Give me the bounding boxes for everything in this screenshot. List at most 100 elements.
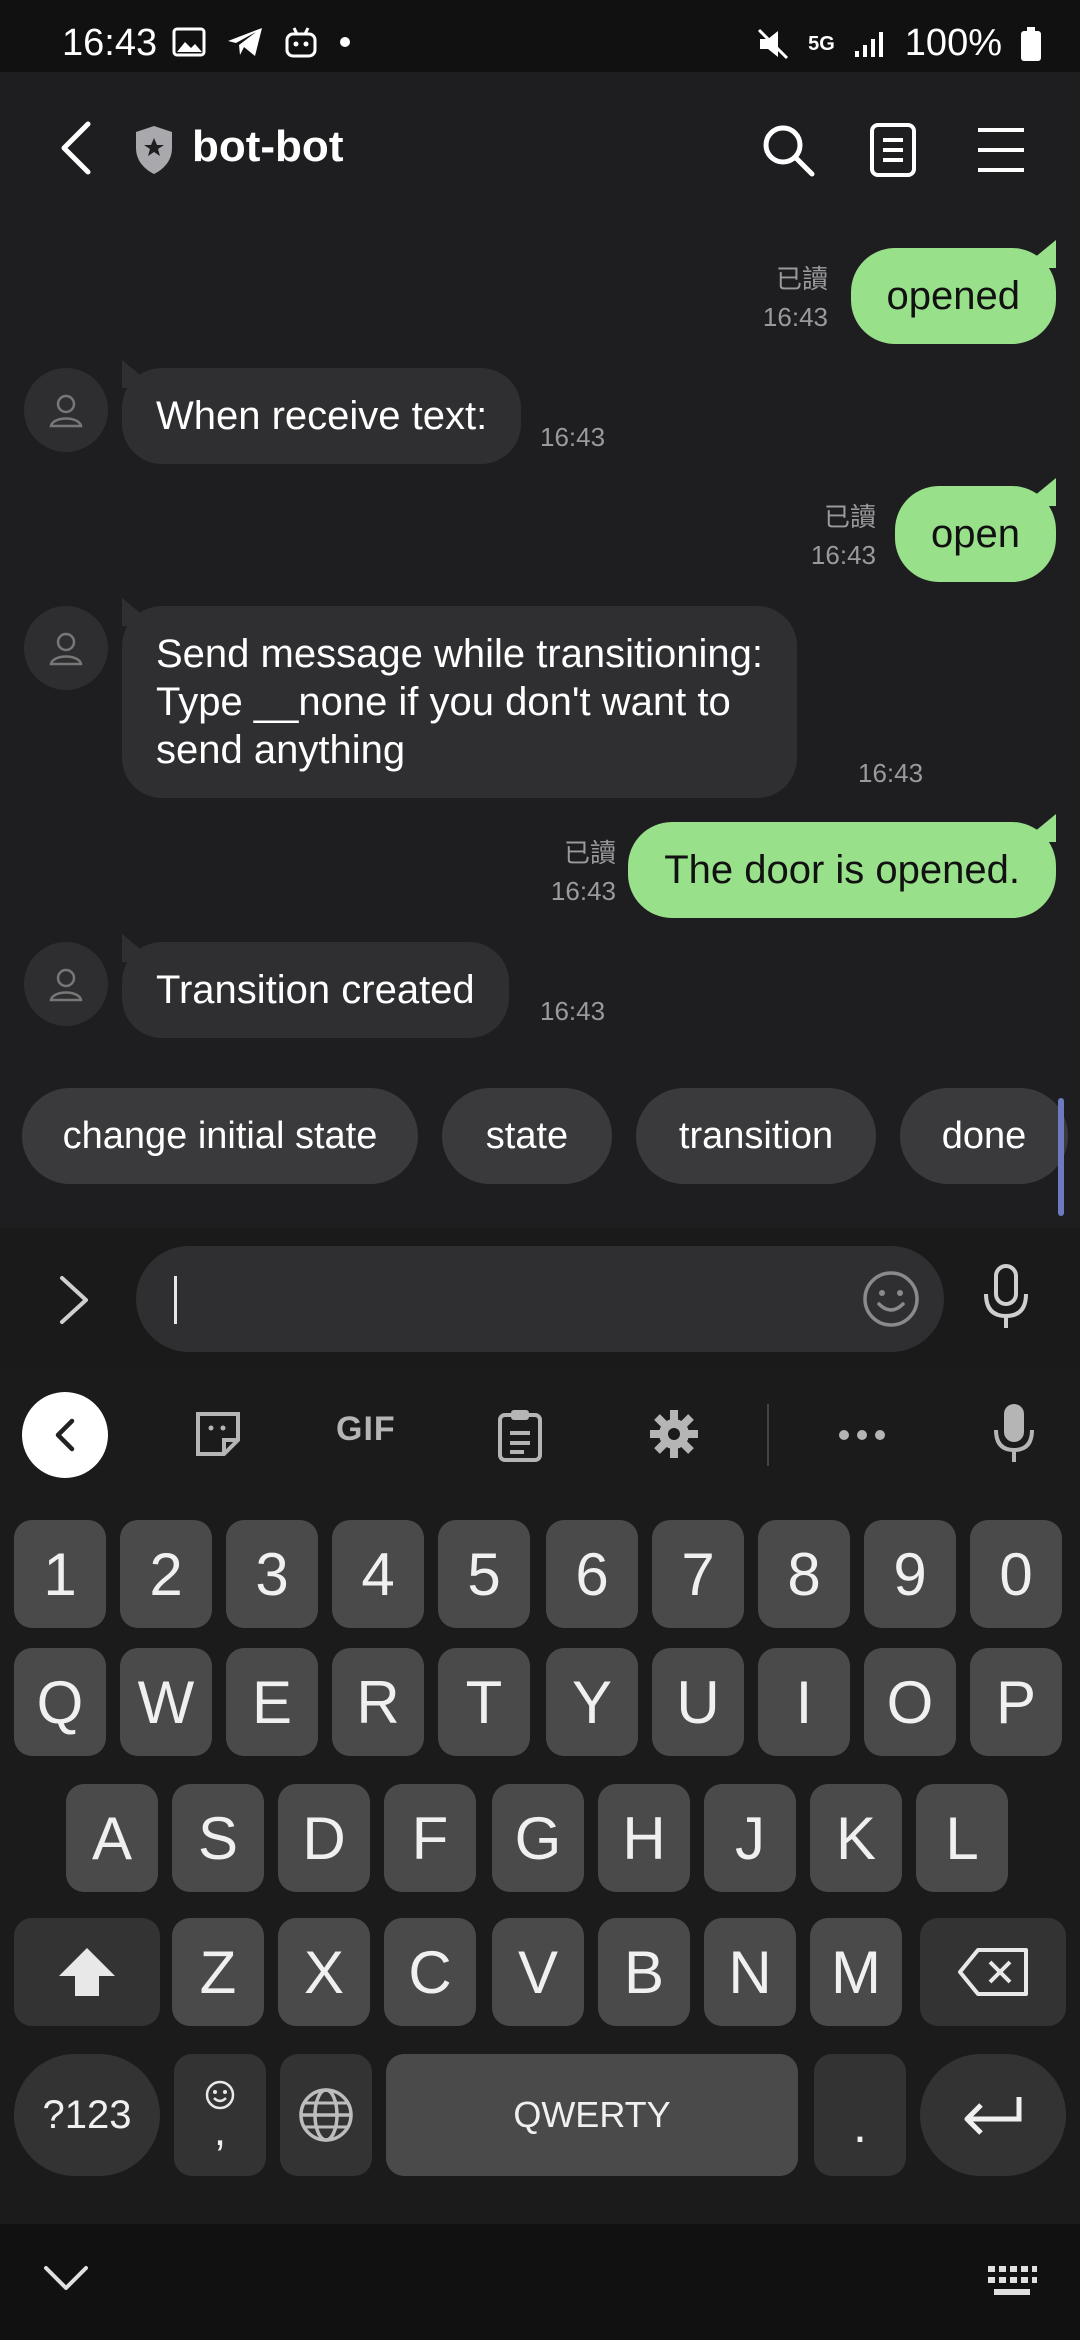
battery-icon bbox=[1021, 26, 1041, 61]
message-time: 16:43 bbox=[762, 302, 828, 332]
key-q[interactable]: Q bbox=[14, 1648, 106, 1756]
read-label: 已讀 bbox=[563, 838, 616, 868]
message-input[interactable] bbox=[136, 1246, 944, 1352]
shield-icon bbox=[136, 126, 172, 174]
key-v[interactable]: V bbox=[492, 1918, 584, 2026]
message-meta: 已讀 16:43 bbox=[551, 834, 616, 910]
gif-button[interactable]: GIF bbox=[336, 1410, 396, 1449]
message-text: When receive text: bbox=[156, 394, 488, 438]
key-h[interactable]: H bbox=[598, 1784, 690, 1892]
hide-keyboard-icon[interactable] bbox=[42, 2264, 90, 2294]
sticker-icon[interactable] bbox=[192, 1408, 244, 1460]
read-label: 已讀 bbox=[775, 264, 828, 294]
message-text: open bbox=[931, 512, 1020, 556]
avatar[interactable] bbox=[24, 942, 108, 1026]
key-1[interactable]: 1 bbox=[14, 1520, 106, 1628]
key-u[interactable]: U bbox=[652, 1648, 744, 1756]
clipboard-icon[interactable] bbox=[496, 1408, 544, 1462]
gallery-icon bbox=[172, 27, 206, 57]
message-line: Send message while transitioning: bbox=[156, 632, 764, 676]
back-arrow-icon[interactable] bbox=[56, 120, 96, 176]
key-g[interactable]: G bbox=[492, 1784, 584, 1892]
network-type: 5G bbox=[808, 32, 835, 55]
key-r[interactable]: R bbox=[332, 1648, 424, 1756]
search-icon[interactable] bbox=[760, 122, 816, 178]
avatar[interactable] bbox=[24, 368, 108, 452]
key-6[interactable]: 6 bbox=[546, 1520, 638, 1628]
key-n[interactable]: N bbox=[704, 1918, 796, 2026]
emoji-icon[interactable] bbox=[862, 1270, 920, 1328]
quick-reply-chip[interactable]: state bbox=[442, 1088, 612, 1184]
key-2[interactable]: 2 bbox=[120, 1520, 212, 1628]
key-m[interactable]: M bbox=[810, 1918, 902, 2026]
key-4[interactable]: 4 bbox=[332, 1520, 424, 1628]
keyboard-back-button[interactable] bbox=[22, 1392, 108, 1478]
key-3[interactable]: 3 bbox=[226, 1520, 318, 1628]
message-bubble-outgoing[interactable]: opened bbox=[850, 240, 1057, 344]
key-a[interactable]: A bbox=[66, 1784, 158, 1892]
key-i[interactable]: I bbox=[758, 1648, 850, 1756]
message-line: Type __none if you don't want to bbox=[156, 680, 731, 724]
key-k[interactable]: K bbox=[810, 1784, 902, 1892]
key-z[interactable]: Z bbox=[172, 1918, 264, 2026]
key-w[interactable]: W bbox=[120, 1648, 212, 1756]
status-bar: 16:43 5G 100% bbox=[0, 0, 1080, 72]
key-5[interactable]: 5 bbox=[438, 1520, 530, 1628]
key-x[interactable]: X bbox=[278, 1918, 370, 2026]
message-time: 16:43 bbox=[540, 422, 606, 452]
chat-header: bot-bot bbox=[0, 72, 1080, 232]
backspace-key[interactable] bbox=[920, 1918, 1066, 2026]
microphone-icon[interactable] bbox=[982, 1264, 1030, 1330]
message-bubble-outgoing[interactable]: open bbox=[895, 478, 1056, 582]
message-list[interactable]: 已讀 16:43 opened When receive text: 16:43… bbox=[0, 232, 1080, 1232]
toolbar-divider bbox=[767, 1404, 769, 1466]
key-9[interactable]: 9 bbox=[864, 1520, 956, 1628]
language-key[interactable] bbox=[280, 2054, 372, 2176]
mute-icon bbox=[758, 28, 789, 59]
key-b[interactable]: B bbox=[598, 1918, 690, 2026]
quick-reply-chip[interactable]: transition bbox=[636, 1088, 876, 1184]
message-bubble-incoming[interactable]: Send message while transitioning: Type _… bbox=[122, 598, 798, 798]
enter-key[interactable] bbox=[920, 2054, 1066, 2176]
key-t[interactable]: T bbox=[438, 1648, 530, 1756]
key-0[interactable]: 0 bbox=[970, 1520, 1062, 1628]
message-text: The door is opened. bbox=[664, 848, 1020, 892]
key-e[interactable]: E bbox=[226, 1648, 318, 1756]
person-icon bbox=[49, 968, 83, 1002]
key-o[interactable]: O bbox=[864, 1648, 956, 1756]
message-text: opened bbox=[886, 274, 1020, 318]
key-s[interactable]: S bbox=[172, 1784, 264, 1892]
keyboard-switch-icon[interactable] bbox=[986, 2264, 1038, 2298]
key-f[interactable]: F bbox=[384, 1784, 476, 1892]
message-bubble-incoming[interactable]: Transition created bbox=[122, 934, 509, 1038]
key-c[interactable]: C bbox=[384, 1918, 476, 2026]
scrollbar[interactable] bbox=[1058, 1098, 1064, 1216]
shift-key[interactable] bbox=[14, 1918, 160, 2026]
key-d[interactable]: D bbox=[278, 1784, 370, 1892]
expand-arrow-icon[interactable] bbox=[56, 1272, 92, 1328]
robot-icon bbox=[285, 27, 317, 58]
voice-input-icon[interactable] bbox=[992, 1402, 1036, 1464]
message-bubble-outgoing[interactable]: The door is opened. bbox=[628, 814, 1056, 918]
key-8[interactable]: 8 bbox=[758, 1520, 850, 1628]
period-key[interactable]: . bbox=[814, 2054, 906, 2176]
key-j[interactable]: J bbox=[704, 1784, 796, 1892]
notes-icon[interactable] bbox=[868, 122, 918, 178]
emoji-comma-key[interactable]: , bbox=[174, 2054, 266, 2176]
quick-reply-chip[interactable]: change initial state bbox=[22, 1088, 418, 1184]
space-bar[interactable]: QWERTY bbox=[386, 2054, 798, 2176]
key-y[interactable]: Y bbox=[546, 1648, 638, 1756]
quick-replies: change initial state state transition do… bbox=[0, 1088, 1080, 1184]
symbols-key[interactable]: ?123 bbox=[14, 2054, 160, 2176]
menu-icon[interactable] bbox=[976, 122, 1026, 178]
settings-gear-icon[interactable] bbox=[648, 1408, 700, 1460]
avatar[interactable] bbox=[24, 606, 108, 690]
battery-percent: 100% bbox=[904, 22, 1002, 64]
message-bubble-incoming[interactable]: When receive text: bbox=[122, 360, 522, 464]
key-7[interactable]: 7 bbox=[652, 1520, 744, 1628]
more-options-icon[interactable] bbox=[838, 1428, 886, 1442]
key-l[interactable]: L bbox=[916, 1784, 1008, 1892]
quick-reply-chip[interactable]: done bbox=[900, 1088, 1068, 1184]
key-p[interactable]: P bbox=[970, 1648, 1062, 1756]
message-meta: 已讀 16:43 bbox=[763, 260, 828, 336]
